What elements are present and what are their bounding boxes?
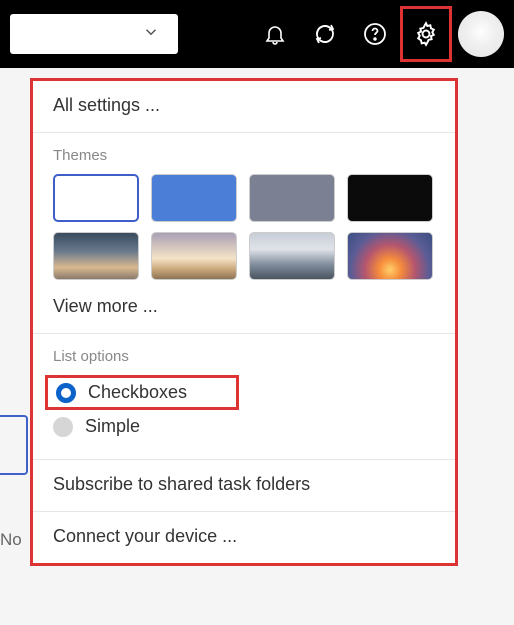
theme-city[interactable] [249, 232, 335, 280]
theme-blue[interactable] [151, 174, 237, 222]
radio-simple-label: Simple [85, 416, 140, 437]
bell-icon[interactable] [250, 9, 300, 59]
radio-checkboxes[interactable]: Checkboxes [45, 375, 239, 410]
dropdown-field[interactable] [10, 14, 178, 54]
radio-selected-icon [56, 383, 76, 403]
themes-heading: Themes [53, 147, 435, 164]
radio-simple[interactable]: Simple [53, 410, 435, 443]
theme-white[interactable] [53, 174, 139, 222]
list-options-section: List options Checkboxes Simple [33, 334, 455, 460]
theme-sunset[interactable] [347, 232, 433, 280]
topbar-icons [250, 6, 504, 62]
subscribe-label: Subscribe to shared task folders [53, 474, 310, 494]
chevron-down-icon [142, 23, 160, 46]
background-shape [0, 415, 28, 475]
theme-black[interactable] [347, 174, 433, 222]
themes-grid [53, 174, 435, 280]
help-icon[interactable] [350, 9, 400, 59]
avatar[interactable] [458, 11, 504, 57]
all-settings-row[interactable]: All settings ... [33, 81, 455, 133]
list-options-heading: List options [53, 348, 435, 365]
radio-unselected-icon [53, 417, 73, 437]
topbar [0, 0, 514, 68]
settings-panel: All settings ... Themes View more ... Li… [30, 78, 458, 566]
theme-mountain[interactable] [53, 232, 139, 280]
connect-device-label: Connect your device ... [53, 526, 237, 546]
radio-checkboxes-label: Checkboxes [88, 382, 187, 403]
gear-icon[interactable] [400, 6, 452, 62]
theme-gray[interactable] [249, 174, 335, 222]
sync-icon[interactable] [300, 9, 350, 59]
all-settings-label: All settings ... [53, 95, 160, 115]
themes-section: Themes View more ... [33, 133, 455, 334]
theme-beach[interactable] [151, 232, 237, 280]
connect-device-row[interactable]: Connect your device ... [33, 512, 455, 563]
subscribe-row[interactable]: Subscribe to shared task folders [33, 460, 455, 512]
background-text: No [0, 530, 22, 550]
view-more-link[interactable]: View more ... [53, 296, 158, 316]
